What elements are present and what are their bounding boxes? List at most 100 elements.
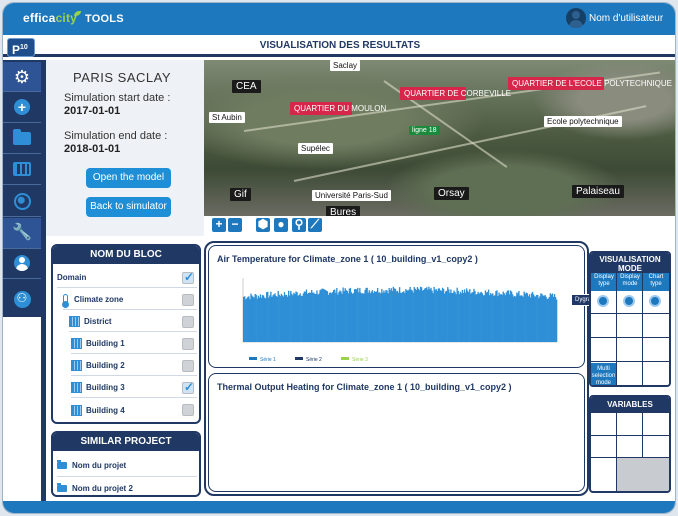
checkbox[interactable] <box>182 294 194 306</box>
tree-row-climate-zone[interactable]: Climate zone <box>62 290 197 310</box>
start-date-label: Simulation start date : <box>64 92 171 104</box>
block-tree-title: NOM DU BLOC <box>53 246 199 264</box>
nav-tools[interactable]: 🔧 <box>3 218 41 248</box>
map-label-orsay: Orsay <box>434 187 469 200</box>
project-row[interactable]: Nom du projet <box>57 455 197 477</box>
circle-tool-icon[interactable]: ● <box>274 218 288 232</box>
charts-area: Air Temperature for Climate_zone 1 ( 10_… <box>204 241 602 496</box>
visualisation-mode-panel: VISUALISATION MODE Display type Display … <box>589 251 671 387</box>
map-quarter-corbeville[interactable]: QUARTIER DE CORBEVILLE <box>400 87 511 100</box>
left-nav: ⚙ + 🔧 <box>3 60 41 317</box>
display-type-head: Display type <box>591 273 617 291</box>
chart-bar <box>555 299 558 342</box>
tree-row-building-4[interactable]: Building 4 <box>71 400 197 420</box>
checkbox[interactable] <box>182 380 194 394</box>
display-mode-head: Display mode <box>617 273 643 291</box>
nav-globe[interactable] <box>3 186 41 216</box>
aerial-map[interactable]: CEA St Aubin Supélec Université Paris-Su… <box>204 60 675 216</box>
nav-group[interactable] <box>3 284 41 314</box>
back-to-simulator-button[interactable]: Back to simulator <box>86 197 171 217</box>
legend-label: Série 1 <box>260 357 276 363</box>
page-title: VISUALISATION DES RESULTATS <box>259 40 421 51</box>
zoom-out-button[interactable]: − <box>228 218 242 232</box>
zoom-in-button[interactable]: + <box>212 218 226 232</box>
app-window: efficacity TOOLS Nom d'utilisateur P10 VI… <box>2 2 676 514</box>
checkbox[interactable] <box>182 360 194 372</box>
map-label-cea: CEA <box>232 80 261 93</box>
variables-panel: VARIABLES <box>589 395 671 493</box>
tree-row-building-1[interactable]: Building 1 <box>71 334 197 354</box>
checkbox[interactable] <box>182 316 194 328</box>
polygon-tool-icon[interactable]: ⬢ <box>256 218 270 232</box>
legend-label: Série 3 <box>352 357 368 363</box>
checkbox[interactable] <box>182 404 194 416</box>
folder-icon <box>57 460 67 469</box>
legend-label: Série 2 <box>306 357 322 363</box>
similar-project-panel: SIMILAR PROJECT Nom du projet Nom du pro… <box>51 431 201 497</box>
app-logo: efficacity TOOLS <box>23 11 124 25</box>
building-icon <box>71 360 82 371</box>
thermal-output-chart[interactable]: Thermal Output Heating for Climate_zone … <box>208 373 585 492</box>
checkbox[interactable] <box>182 338 194 350</box>
block-tree-panel: NOM DU BLOC Domain Climate zone District… <box>51 244 201 424</box>
nav-add[interactable]: + <box>3 92 41 122</box>
nav-folder[interactable] <box>3 123 41 153</box>
nav-settings[interactable]: ⚙ <box>3 62 41 92</box>
project-row[interactable]: Nom du projet 2 <box>57 477 197 495</box>
map-quarter-moulon[interactable]: QUARTIER DU MOULON <box>290 102 386 115</box>
building-icon <box>71 338 82 349</box>
legend-swatch <box>341 357 349 360</box>
chart2-title: Thermal Output Heating for Climate_zone … <box>217 382 512 392</box>
building-icon <box>71 382 82 393</box>
nav-user[interactable] <box>3 248 41 278</box>
user-name[interactable]: Nom d'utilisateur <box>589 13 663 24</box>
map-label-saclay: Saclay <box>330 60 361 71</box>
map-label-ligne: ligne 18 <box>409 126 440 135</box>
marker-tool-icon[interactable]: ⚲ <box>292 218 306 232</box>
map-label-palaiseau: Palaiseau <box>572 185 624 198</box>
variables-title: VARIABLES <box>591 397 669 413</box>
top-bar: efficacity TOOLS Nom d'utilisateur <box>3 3 675 35</box>
map-label-gif: Gif <box>230 188 251 201</box>
district-icon <box>69 316 80 327</box>
checkbox[interactable] <box>182 270 194 284</box>
similar-project-title: SIMILAR PROJECT <box>53 433 199 451</box>
display-mode-option[interactable] <box>623 295 635 307</box>
legend-swatch <box>295 357 303 360</box>
end-date-value: 2018-01-01 <box>64 143 121 155</box>
map-label-supelec: Supélec <box>298 143 333 154</box>
user-avatar-icon[interactable] <box>566 8 586 28</box>
air-temperature-chart[interactable]: Air Temperature for Climate_zone 1 ( 10_… <box>208 245 585 368</box>
grid-icon <box>13 162 31 176</box>
chart-type-option[interactable] <box>649 295 661 307</box>
globe-icon <box>13 192 31 210</box>
legend-swatch <box>249 357 257 360</box>
end-date-label: Simulation end date : <box>64 130 168 142</box>
map-label-st-aubin: St Aubin <box>209 112 245 123</box>
bottom-bar <box>3 501 675 513</box>
plus-icon: + <box>14 99 30 115</box>
map-label-universite: Université Paris-Sud <box>312 190 391 201</box>
tree-row-district[interactable]: District <box>69 312 197 332</box>
folder-icon <box>13 128 31 145</box>
tree-row-building-2[interactable]: Building 2 <box>71 356 197 376</box>
open-model-button[interactable]: Open the model <box>86 168 171 188</box>
user-icon <box>14 255 30 271</box>
line-tool-icon[interactable]: ⟋ <box>308 218 322 232</box>
multi-selection-label[interactable]: Multi selection mode <box>591 363 616 385</box>
map-toolbar: + − ⬢ ● ⚲ ⟋ <box>204 216 675 234</box>
display-type-option[interactable] <box>597 295 609 307</box>
site-name: PARIS SACLAY <box>73 70 171 85</box>
chart1-plot: Série 1 Série 2 Série 3 <box>242 278 558 363</box>
leaf-icon <box>74 11 82 16</box>
wrench-icon: 🔧 <box>12 224 32 241</box>
title-band: P10 VISUALISATION DES RESULTATS <box>3 35 675 57</box>
tree-row-domain[interactable]: Domain <box>57 268 197 288</box>
start-date-value: 2017-01-01 <box>64 105 121 117</box>
map-label-bures: Bures <box>326 206 361 216</box>
tree-row-building-3[interactable]: Building 3 <box>71 378 197 398</box>
vis-mode-title: VISUALISATION MODE <box>591 253 669 273</box>
map-quarter-polytechnique[interactable]: QUARTIER DE L'ECOLE POLYTECHNIQUE <box>508 77 672 90</box>
nav-grid[interactable] <box>3 154 41 184</box>
map-label-polytechnique: Ecole polytechnique <box>544 116 622 127</box>
